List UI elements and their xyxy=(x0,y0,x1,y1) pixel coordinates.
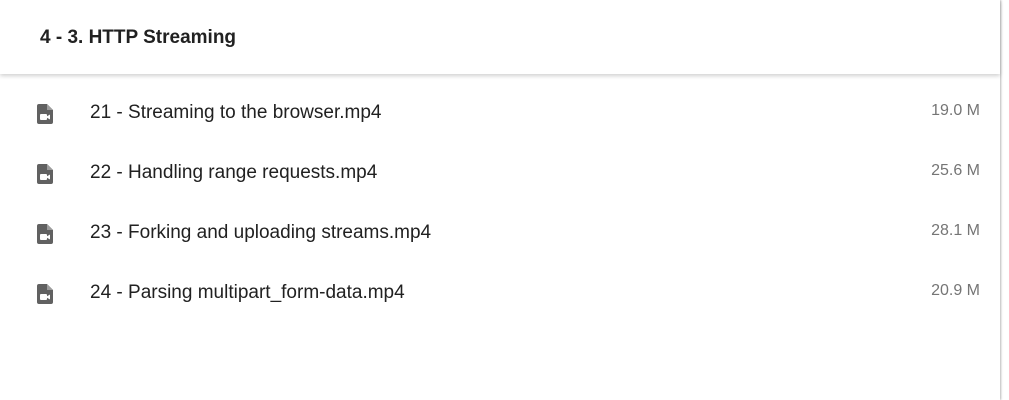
file-name: 22 - Handling range requests.mp4 xyxy=(90,162,378,183)
file-size: 19.0 M xyxy=(931,102,980,119)
file-row[interactable]: 22 - Handling range requests.mp4 25.6 M xyxy=(0,144,1000,204)
video-file-icon xyxy=(33,162,57,186)
video-file-icon xyxy=(33,282,57,306)
file-row[interactable]: 24 - Parsing multipart_form-data.mp4 20.… xyxy=(0,264,1000,324)
file-row[interactable]: 23 - Forking and uploading streams.mp4 2… xyxy=(0,204,1000,264)
file-list-panel: 4 - 3. HTTP Streaming 21 - Streaming to … xyxy=(0,0,1000,400)
file-name: 21 - Streaming to the browser.mp4 xyxy=(90,102,382,123)
video-file-icon xyxy=(33,222,57,246)
file-row[interactable]: 21 - Streaming to the browser.mp4 19.0 M xyxy=(0,84,1000,144)
file-size: 28.1 M xyxy=(931,222,980,239)
file-name: 24 - Parsing multipart_form-data.mp4 xyxy=(90,282,405,303)
folder-header: 4 - 3. HTTP Streaming xyxy=(0,0,1000,74)
file-size: 25.6 M xyxy=(931,162,980,179)
file-list: 21 - Streaming to the browser.mp4 19.0 M… xyxy=(0,74,1000,324)
folder-title: 4 - 3. HTTP Streaming xyxy=(40,27,237,48)
file-name: 23 - Forking and uploading streams.mp4 xyxy=(90,222,432,243)
file-size: 20.9 M xyxy=(931,282,980,299)
video-file-icon xyxy=(33,102,57,126)
